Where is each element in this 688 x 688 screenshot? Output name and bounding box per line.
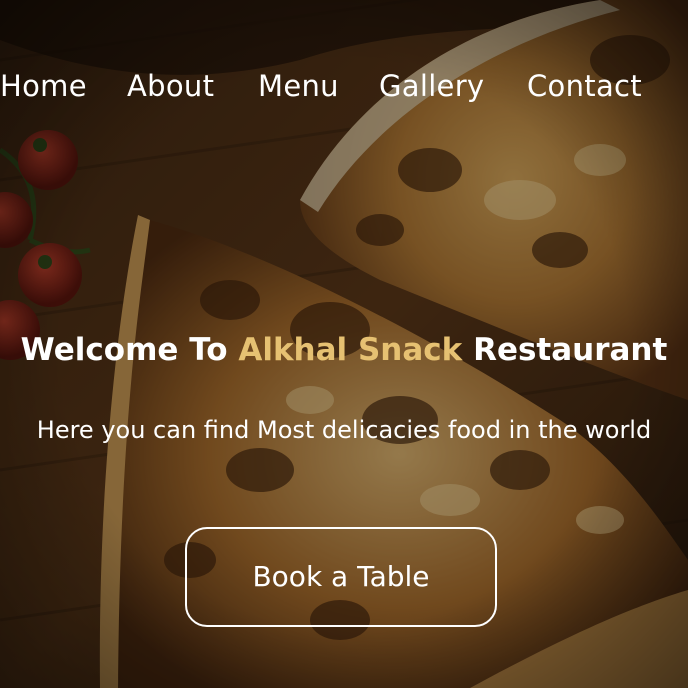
headline-suffix: Restaurant: [462, 332, 668, 368]
book-table-button[interactable]: Book a Table: [185, 527, 497, 627]
nav-link-menu[interactable]: Menu: [258, 62, 339, 110]
hero-subtitle: Here you can find Most delicacies food i…: [36, 416, 652, 444]
nav-link-about[interactable]: About: [127, 62, 214, 110]
headline-prefix: Welcome To: [20, 332, 239, 368]
nav-link-gallery[interactable]: Gallery: [379, 62, 484, 110]
main-navigation: Home About Menu Gallery Contact: [0, 62, 688, 110]
nav-link-home[interactable]: Home: [0, 62, 87, 110]
headline-restaurant-name: Alkhal Snack: [238, 332, 463, 368]
nav-link-contact[interactable]: Contact: [527, 62, 642, 110]
hero-section: Home About Menu Gallery Contact Welcome …: [0, 0, 688, 688]
hero-headline: Welcome To Alkhal Snack Restaurant: [0, 326, 688, 374]
